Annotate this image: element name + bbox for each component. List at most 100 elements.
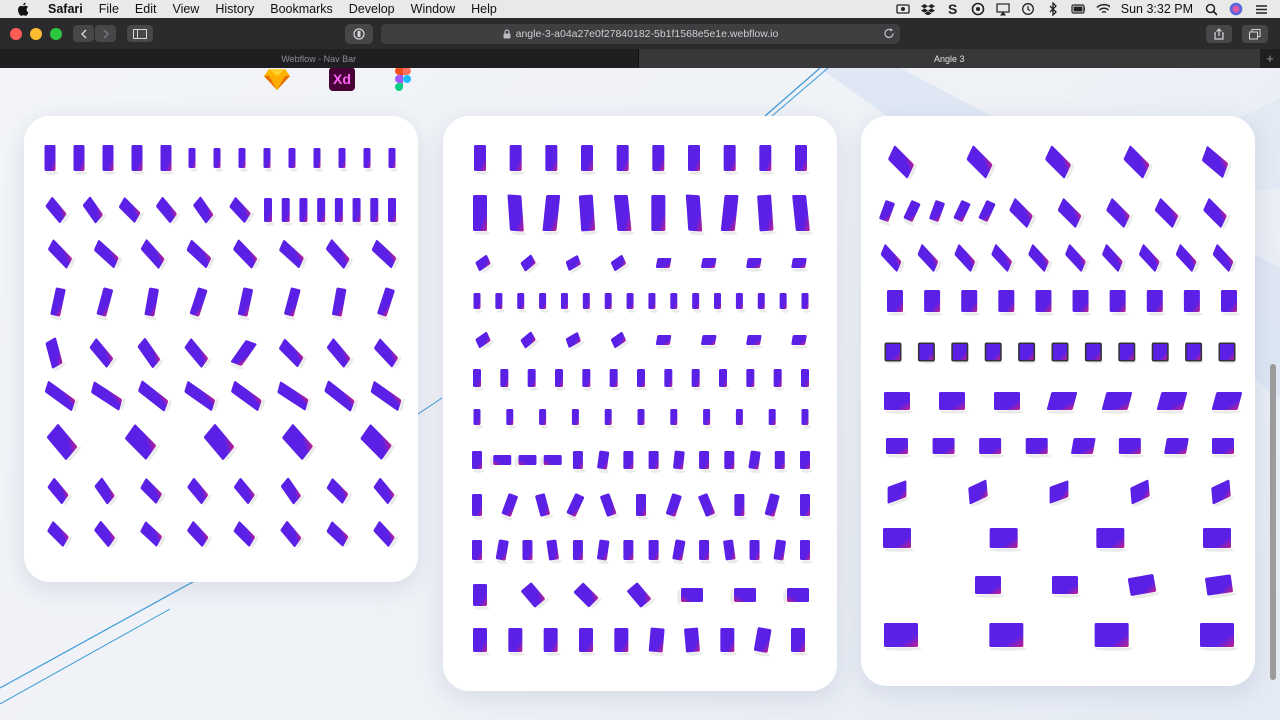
reload-icon[interactable] xyxy=(883,27,895,43)
device-mockup xyxy=(597,539,610,565)
device-mockup xyxy=(184,381,219,412)
device-mockup xyxy=(655,258,673,272)
address-bar[interactable]: angle-3-a04a27e0f27840182-5b1f1568e5e1e.… xyxy=(381,24,900,44)
device-mockup xyxy=(773,539,786,565)
device-mockup xyxy=(371,239,400,270)
device-mockup xyxy=(573,582,603,609)
device-mockup xyxy=(884,392,914,414)
menu-window[interactable]: Window xyxy=(403,2,463,16)
figma-icon xyxy=(390,68,416,92)
adobe-xd-label: Xd xyxy=(333,71,351,87)
battery-icon[interactable] xyxy=(1071,2,1085,16)
device-mockup xyxy=(759,145,774,175)
device-mockup xyxy=(699,451,712,473)
new-tab-button[interactable]: + xyxy=(1260,49,1280,68)
device-mockup xyxy=(317,198,328,226)
device-mockup xyxy=(604,293,615,313)
page-scrollbar[interactable] xyxy=(1270,364,1276,680)
back-button[interactable] xyxy=(73,25,94,42)
device-mockup xyxy=(688,145,703,175)
device-mockup xyxy=(966,145,996,180)
page-content: Xd xyxy=(0,68,1280,720)
device-mockup xyxy=(768,409,779,429)
sidebar-button[interactable] xyxy=(127,25,153,42)
control-center-icon[interactable] xyxy=(1254,2,1268,16)
tab-bar: Webflow - Nav Bar Angle 3 + xyxy=(0,49,1280,68)
dropbox-icon[interactable] xyxy=(920,2,935,16)
tab-angle-3[interactable]: Angle 3 xyxy=(638,49,1261,68)
zoom-window-button[interactable] xyxy=(50,27,62,40)
device-mockup xyxy=(184,338,212,369)
device-mockup xyxy=(917,244,942,273)
menu-bookmarks[interactable]: Bookmarks xyxy=(262,2,341,16)
device-mockup xyxy=(1205,574,1237,599)
device-mockup xyxy=(473,293,483,313)
device-mockup xyxy=(748,450,761,474)
device-mockup xyxy=(774,451,788,473)
device-mockup xyxy=(326,478,352,505)
device-mockup xyxy=(1203,198,1230,229)
device-mockup xyxy=(560,293,571,313)
device-mockup xyxy=(565,255,585,273)
reader-shield-button[interactable] xyxy=(345,24,373,44)
siri-icon[interactable] xyxy=(1229,2,1243,16)
menubar-clock[interactable]: Sun 3:32 PM xyxy=(1121,2,1193,16)
menu-help[interactable]: Help xyxy=(463,2,505,16)
angle-card-phones[interactable] xyxy=(24,116,418,582)
device-mockup xyxy=(779,293,789,313)
device-mockup xyxy=(1154,198,1182,229)
device-mockup xyxy=(753,627,772,657)
device-mockup xyxy=(673,450,686,474)
time-machine-icon[interactable] xyxy=(1021,2,1035,16)
tabs-overview-button[interactable] xyxy=(1242,25,1268,43)
device-mockup xyxy=(514,455,537,468)
device-mockup xyxy=(50,287,66,321)
device-mockup xyxy=(989,623,1028,651)
share-button[interactable] xyxy=(1206,25,1232,43)
tab-webflow-nav-bar[interactable]: Webflow - Nav Bar xyxy=(0,49,639,68)
device-mockup xyxy=(363,148,373,172)
bluetooth-icon[interactable] xyxy=(1046,2,1060,16)
close-window-button[interactable] xyxy=(10,27,22,40)
angle-card-tablets[interactable] xyxy=(443,116,837,691)
at-sign-icon[interactable] xyxy=(971,2,985,16)
minimize-window-button[interactable] xyxy=(30,27,42,40)
wifi-icon[interactable] xyxy=(1096,2,1110,16)
device-mockup xyxy=(684,627,703,656)
menu-file[interactable]: File xyxy=(91,2,127,16)
device-mockup xyxy=(801,293,811,313)
device-mockup xyxy=(326,239,353,270)
device-mockup xyxy=(792,195,813,235)
screen-record-icon[interactable] xyxy=(896,2,910,16)
device-mockup xyxy=(664,369,675,391)
device-mockup xyxy=(1212,438,1238,458)
spotlight-icon[interactable] xyxy=(1204,2,1218,16)
apple-icon[interactable] xyxy=(16,2,30,16)
forward-button[interactable] xyxy=(95,25,116,42)
device-mockup xyxy=(1057,198,1085,229)
device-mockup xyxy=(1106,198,1133,229)
device-mockup xyxy=(879,200,895,226)
device-mockup xyxy=(685,194,706,236)
menu-develop[interactable]: Develop xyxy=(341,2,403,16)
script-icon[interactable]: S xyxy=(946,2,960,16)
device-mockup xyxy=(1118,438,1144,458)
device-mockup xyxy=(555,369,566,391)
device-mockup xyxy=(324,380,358,413)
menu-history[interactable]: History xyxy=(207,2,262,16)
device-mockup xyxy=(377,287,395,321)
device-mockup xyxy=(495,293,505,313)
angle-card-computers[interactable] xyxy=(861,116,1255,686)
device-mockup xyxy=(473,195,490,235)
device-mockup xyxy=(724,451,737,473)
airplay-icon[interactable] xyxy=(996,2,1010,16)
menu-safari[interactable]: Safari xyxy=(40,2,91,16)
device-mockup xyxy=(388,198,399,226)
menu-view[interactable]: View xyxy=(164,2,207,16)
device-mockup xyxy=(572,451,586,473)
device-mockup xyxy=(1211,479,1234,507)
device-mockup xyxy=(880,244,905,273)
sketch-icon xyxy=(264,68,290,92)
menu-edit[interactable]: Edit xyxy=(127,2,165,16)
device-mockup xyxy=(670,293,680,313)
